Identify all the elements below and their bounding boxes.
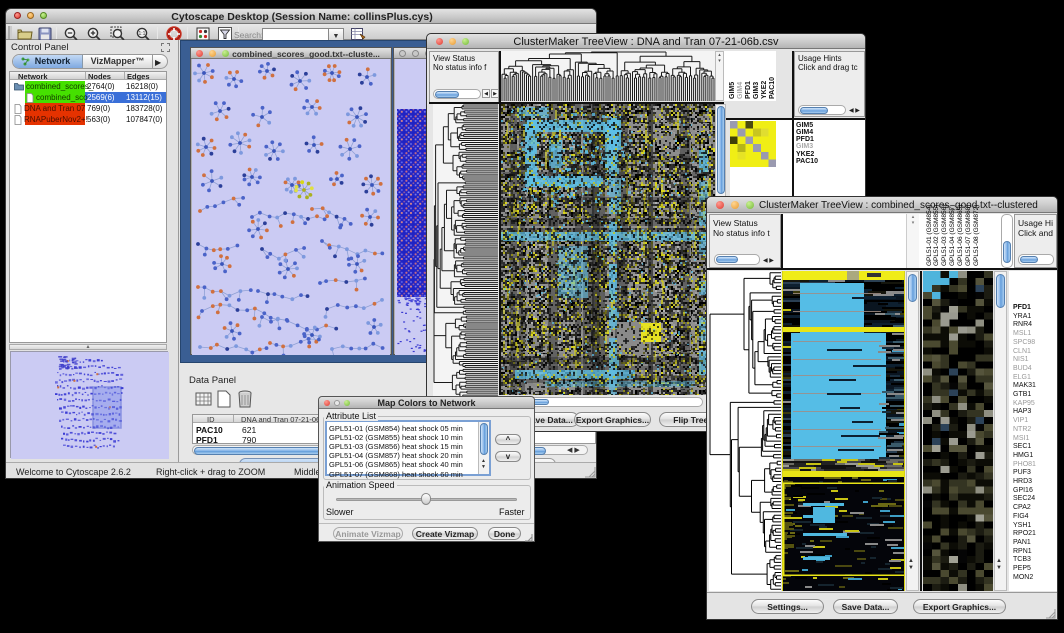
svg-text:1:1: 1:1 [139,31,146,37]
